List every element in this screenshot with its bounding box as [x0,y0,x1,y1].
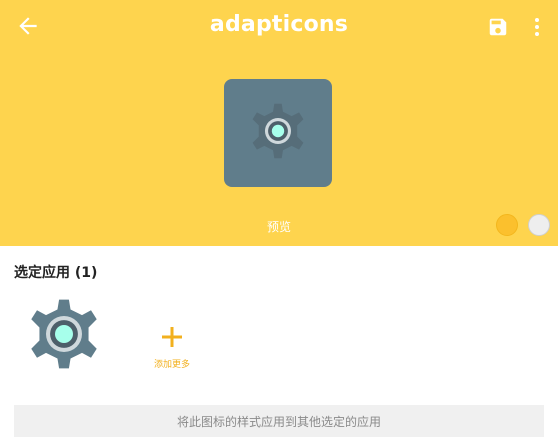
color-swatch-yellow[interactable] [496,214,518,236]
save-button[interactable] [485,16,511,42]
settings-gear-icon [23,298,105,374]
more-vert-icon [534,17,540,41]
plus-icon [162,327,182,347]
more-options-button[interactable] [526,16,548,42]
apply-style-button[interactable]: 将此图标的样式应用到其他选定的应用 [14,405,544,437]
app-title: adapticons [209,12,349,37]
header-bar: adapticons 预览 [0,0,558,246]
selected-apps-title: 选定应用 (1) [14,265,98,281]
settings-gear-icon [247,100,309,166]
color-swatch-light-gray[interactable] [528,214,550,236]
selected-app-item[interactable] [22,298,106,374]
add-more-label: 添加更多 [153,360,190,370]
add-more-button[interactable]: 添加更多 [148,326,196,370]
icon-preview-tile[interactable] [224,79,332,187]
save-icon [487,16,509,42]
preview-label: 预览 [266,220,291,234]
